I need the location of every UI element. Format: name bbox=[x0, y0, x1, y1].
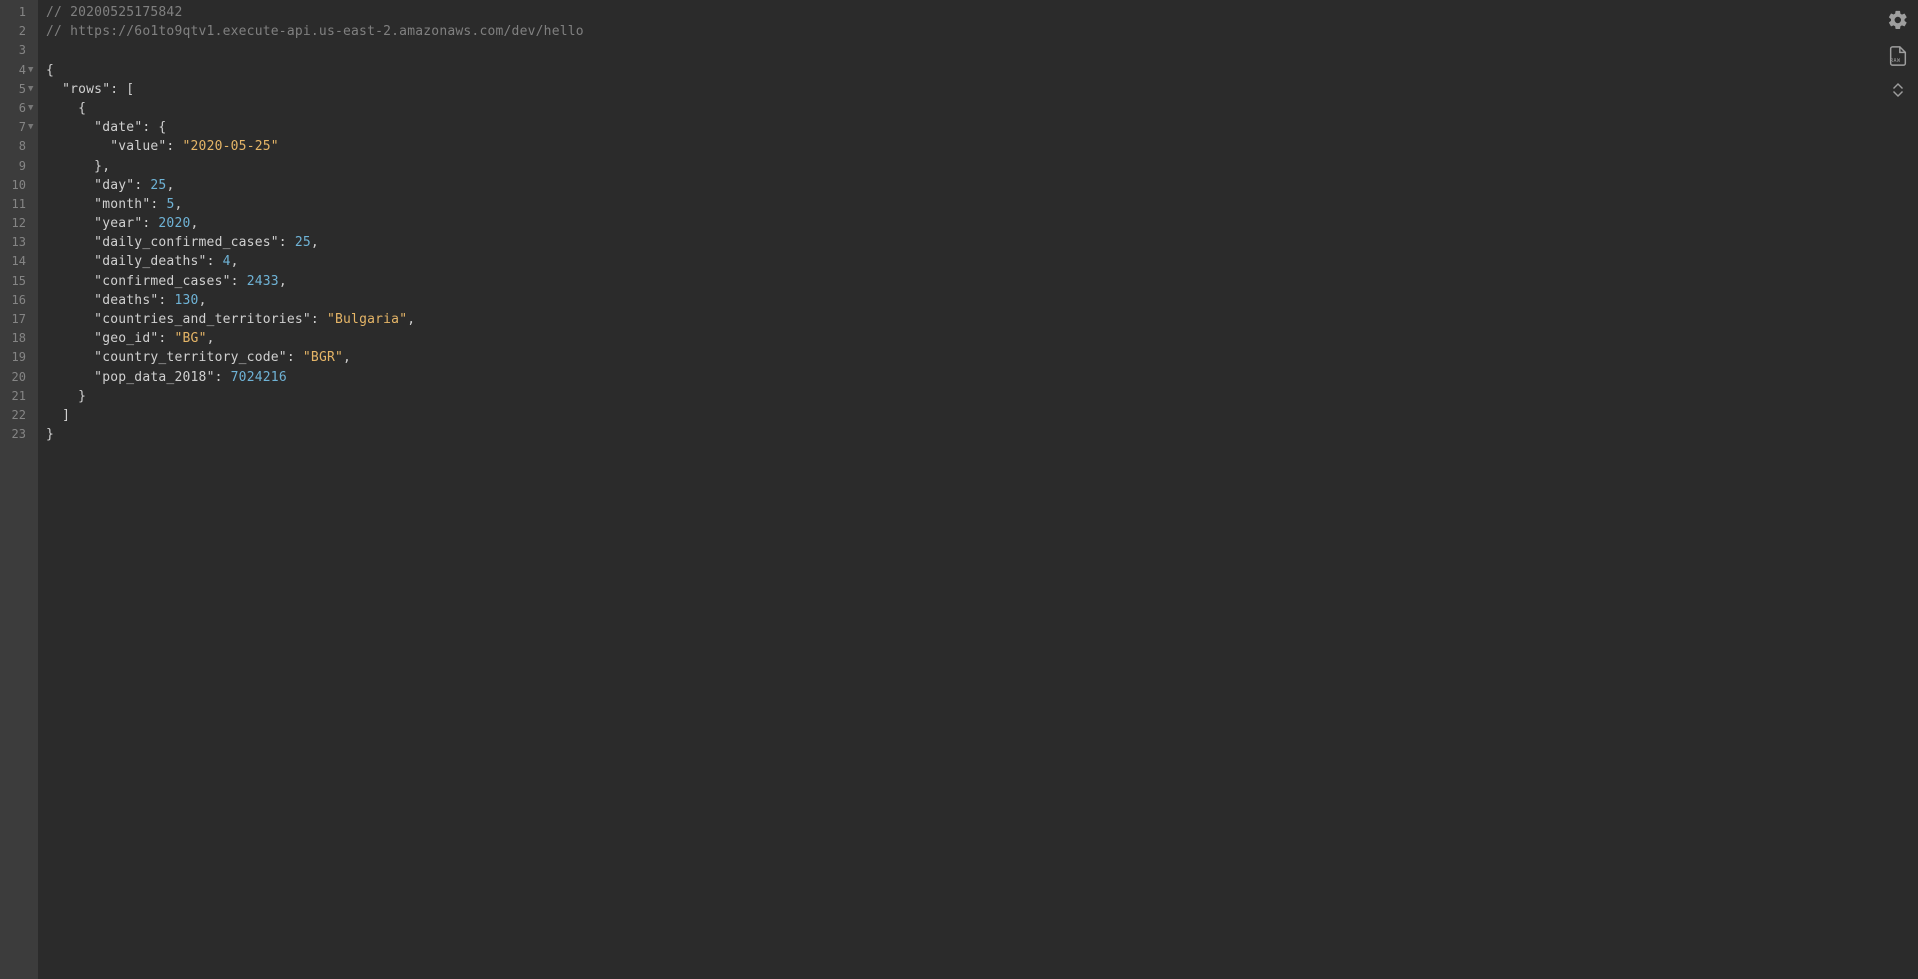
line-number: 11 bbox=[12, 195, 38, 214]
code-line: "pop_data_2018": 7024216 bbox=[46, 368, 1918, 387]
line-number: 14 bbox=[12, 252, 38, 271]
gutter-row: 13 bbox=[0, 233, 38, 252]
code-line: "daily_confirmed_cases": 25, bbox=[46, 233, 1918, 252]
fold-toggle-icon[interactable]: ▼ bbox=[28, 118, 38, 137]
code-line: "year": 2020, bbox=[46, 214, 1918, 233]
line-number: 15 bbox=[12, 272, 38, 291]
line-number: 23 bbox=[12, 425, 38, 444]
line-number: 9 bbox=[19, 157, 38, 176]
gutter-row: 2 bbox=[0, 22, 38, 41]
line-number: 17 bbox=[12, 310, 38, 329]
code-line: "countries_and_territories": "Bulgaria", bbox=[46, 310, 1918, 329]
code-line: "country_territory_code": "BGR", bbox=[46, 348, 1918, 367]
line-number: 19 bbox=[12, 348, 38, 367]
code-line: } bbox=[46, 387, 1918, 406]
code-area[interactable]: // 20200525175842 // https://6o1to9qtv1.… bbox=[38, 0, 1918, 979]
gutter-row: 23 bbox=[0, 425, 38, 444]
code-line: "date": { bbox=[46, 118, 1918, 137]
side-toolbar: RAW bbox=[1886, 8, 1910, 100]
code-line: ] bbox=[46, 406, 1918, 425]
code-line: "month": 5, bbox=[46, 195, 1918, 214]
json-viewer: 1234▼5▼6▼7▼89101112131415161718192021222… bbox=[0, 0, 1918, 979]
gutter-row: 17 bbox=[0, 310, 38, 329]
gutter-row: 3 bbox=[0, 41, 38, 60]
gutter-row: 19 bbox=[0, 348, 38, 367]
raw-file-icon[interactable]: RAW bbox=[1886, 44, 1910, 68]
line-number: 1 bbox=[19, 3, 38, 22]
code-line: "value": "2020-05-25" bbox=[46, 137, 1918, 156]
gutter-row: 21 bbox=[0, 387, 38, 406]
code-line: // 20200525175842 bbox=[46, 3, 1918, 22]
gutter-row: 20 bbox=[0, 368, 38, 387]
chevron-up-icon[interactable] bbox=[1892, 80, 1904, 90]
line-number: 16 bbox=[12, 291, 38, 310]
gutter-row: 10 bbox=[0, 176, 38, 195]
code-line: "confirmed_cases": 2433, bbox=[46, 272, 1918, 291]
gutter-row: 1 bbox=[0, 3, 38, 22]
code-line bbox=[46, 41, 1918, 60]
gutter-row: 15 bbox=[0, 272, 38, 291]
gutter-row: 4▼ bbox=[0, 61, 38, 80]
line-number: 8 bbox=[19, 137, 38, 156]
code-line: // https://6o1to9qtv1.execute-api.us-eas… bbox=[46, 22, 1918, 41]
line-gutter: 1234▼5▼6▼7▼89101112131415161718192021222… bbox=[0, 0, 38, 979]
line-number: 13 bbox=[12, 233, 38, 252]
chevron-down-icon[interactable] bbox=[1892, 90, 1904, 100]
code-line: "day": 25, bbox=[46, 176, 1918, 195]
gutter-row: 11 bbox=[0, 195, 38, 214]
line-number: 20 bbox=[12, 368, 38, 387]
gutter-row: 8 bbox=[0, 137, 38, 156]
fold-controls bbox=[1889, 80, 1907, 100]
fold-toggle-icon[interactable]: ▼ bbox=[28, 99, 38, 118]
gutter-row: 16 bbox=[0, 291, 38, 310]
code-line: "deaths": 130, bbox=[46, 291, 1918, 310]
line-number: 22 bbox=[12, 406, 38, 425]
line-number: 18 bbox=[12, 329, 38, 348]
line-number: 21 bbox=[12, 387, 38, 406]
code-line: "rows": [ bbox=[46, 80, 1918, 99]
gutter-row: 7▼ bbox=[0, 118, 38, 137]
line-number: 12 bbox=[12, 214, 38, 233]
fold-toggle-icon[interactable]: ▼ bbox=[28, 61, 38, 80]
line-number: 3 bbox=[19, 41, 38, 60]
fold-toggle-icon[interactable]: ▼ bbox=[28, 80, 38, 99]
code-line: } bbox=[46, 425, 1918, 444]
code-line: { bbox=[46, 61, 1918, 80]
line-number: 2 bbox=[19, 22, 38, 41]
code-line: "geo_id": "BG", bbox=[46, 329, 1918, 348]
code-line: "daily_deaths": 4, bbox=[46, 252, 1918, 271]
code-line: { bbox=[46, 99, 1918, 118]
gutter-row: 6▼ bbox=[0, 99, 38, 118]
gutter-row: 5▼ bbox=[0, 80, 38, 99]
gutter-row: 22 bbox=[0, 406, 38, 425]
line-number: 10 bbox=[12, 176, 38, 195]
gear-icon[interactable] bbox=[1886, 8, 1910, 32]
gutter-row: 12 bbox=[0, 214, 38, 233]
gutter-row: 14 bbox=[0, 252, 38, 271]
gutter-row: 9 bbox=[0, 157, 38, 176]
code-line: }, bbox=[46, 157, 1918, 176]
gutter-row: 18 bbox=[0, 329, 38, 348]
